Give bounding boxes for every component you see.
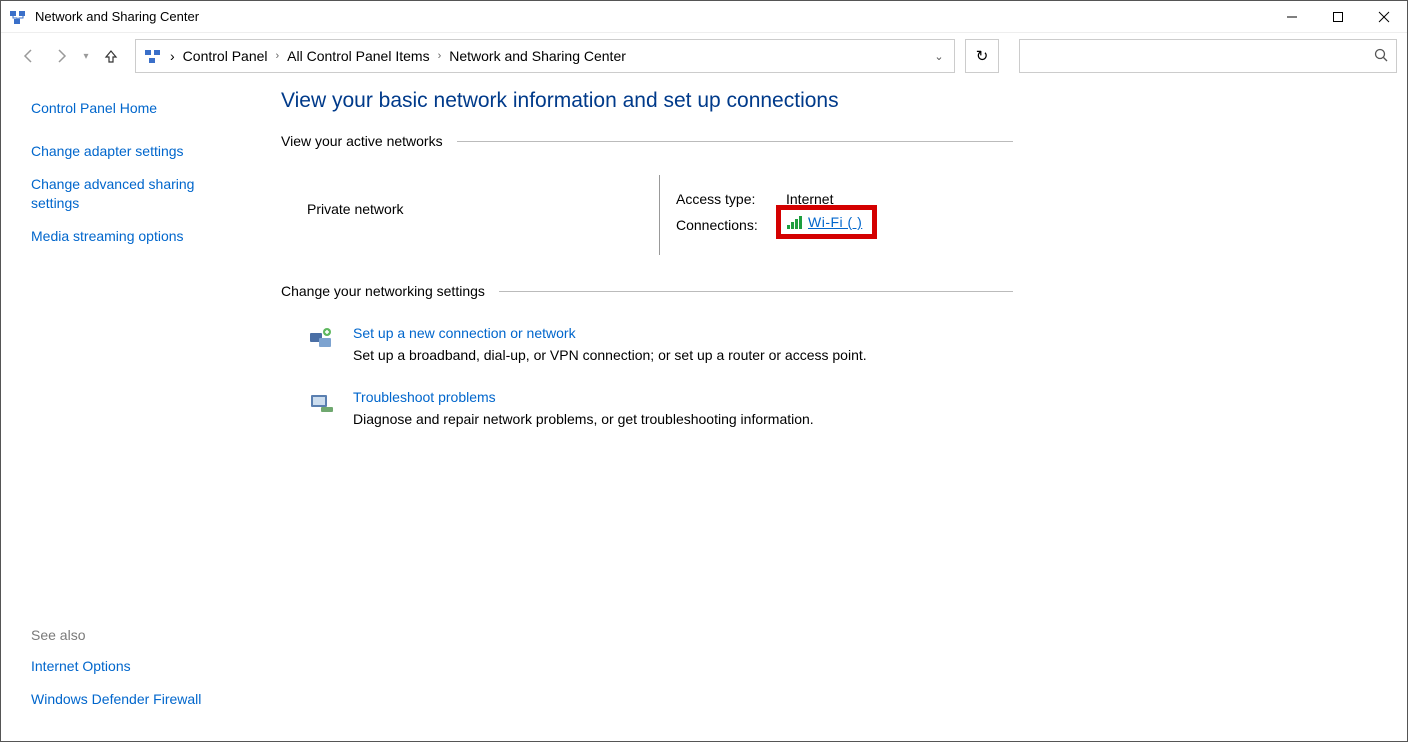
divider — [499, 291, 1013, 292]
refresh-button[interactable]: ↻ — [965, 39, 999, 73]
network-center-icon — [9, 8, 27, 26]
chevron-right-icon: › — [276, 50, 280, 62]
back-button[interactable] — [15, 42, 43, 70]
address-bar[interactable]: › Control Panel › All Control Panel Item… — [135, 39, 955, 73]
sidebar-link-adapter[interactable]: Change adapter settings — [31, 142, 244, 161]
toolbar: ▾ › Control Panel › All Control Panel It… — [1, 33, 1407, 79]
forward-button[interactable] — [47, 42, 75, 70]
up-button[interactable] — [97, 42, 125, 70]
window-title: Network and Sharing Center — [35, 9, 1269, 24]
troubleshoot-item: Troubleshoot problems Diagnose and repai… — [281, 389, 1013, 427]
network-type-label: Private network — [307, 201, 659, 217]
active-networks-label: View your active networks — [281, 133, 443, 149]
wifi-signal-icon — [787, 216, 802, 229]
minimize-button[interactable] — [1269, 1, 1315, 32]
recent-locations-button[interactable]: ▾ — [79, 51, 93, 62]
main-content: View your basic network information and … — [263, 79, 1043, 741]
sidebar-link-home[interactable]: Control Panel Home — [31, 99, 244, 118]
setup-connection-icon — [307, 325, 335, 353]
active-network-block: Private network Access type: Internet Co… — [281, 175, 1013, 255]
change-settings-label: Change your networking settings — [281, 283, 485, 299]
troubleshoot-desc: Diagnose and repair network problems, or… — [353, 411, 814, 427]
change-settings-header: Change your networking settings — [281, 283, 1013, 299]
connections-label: Connections: — [676, 217, 768, 233]
divider — [457, 141, 1013, 142]
setup-connection-item: Set up a new connection or network Set u… — [281, 325, 1013, 363]
window-controls — [1269, 1, 1407, 32]
setup-connection-desc: Set up a broadband, dial-up, or VPN conn… — [353, 347, 867, 363]
breadcrumb-all-items[interactable]: All Control Panel Items — [287, 48, 429, 64]
address-dropdown-button[interactable]: ⌄ — [930, 50, 948, 63]
connection-link[interactable]: Wi-Fi ( ) — [808, 214, 862, 230]
troubleshoot-link[interactable]: Troubleshoot problems — [353, 389, 496, 405]
active-networks-header: View your active networks — [281, 133, 1013, 149]
see-also-label: See also — [31, 627, 244, 643]
page-title: View your basic network information and … — [281, 89, 1013, 113]
access-type-label: Access type: — [676, 191, 778, 207]
sidebar-link-internet-options[interactable]: Internet Options — [31, 657, 244, 676]
sidebar: Control Panel Home Change adapter settin… — [1, 79, 263, 741]
sidebar-link-media-streaming[interactable]: Media streaming options — [31, 227, 244, 246]
chevron-right-icon: › — [438, 50, 442, 62]
maximize-button[interactable] — [1315, 1, 1361, 32]
search-input[interactable] — [1028, 48, 1374, 64]
search-box[interactable] — [1019, 39, 1397, 73]
connection-link-highlight: Wi-Fi ( ) — [776, 205, 877, 239]
setup-connection-link[interactable]: Set up a new connection or network — [353, 325, 576, 341]
sidebar-link-defender-firewall[interactable]: Windows Defender Firewall — [31, 690, 244, 709]
breadcrumb: Control Panel › All Control Panel Items … — [183, 48, 922, 64]
title-bar: Network and Sharing Center — [1, 1, 1407, 33]
network-center-icon — [144, 47, 162, 65]
sidebar-link-advanced-sharing[interactable]: Change advanced sharing settings — [31, 175, 244, 213]
search-icon — [1374, 48, 1388, 65]
close-button[interactable] — [1361, 1, 1407, 32]
breadcrumb-control-panel[interactable]: Control Panel — [183, 48, 268, 64]
troubleshoot-icon — [307, 389, 335, 417]
breadcrumb-network-sharing[interactable]: Network and Sharing Center — [449, 48, 626, 64]
chevron-right-icon: › — [170, 48, 175, 64]
